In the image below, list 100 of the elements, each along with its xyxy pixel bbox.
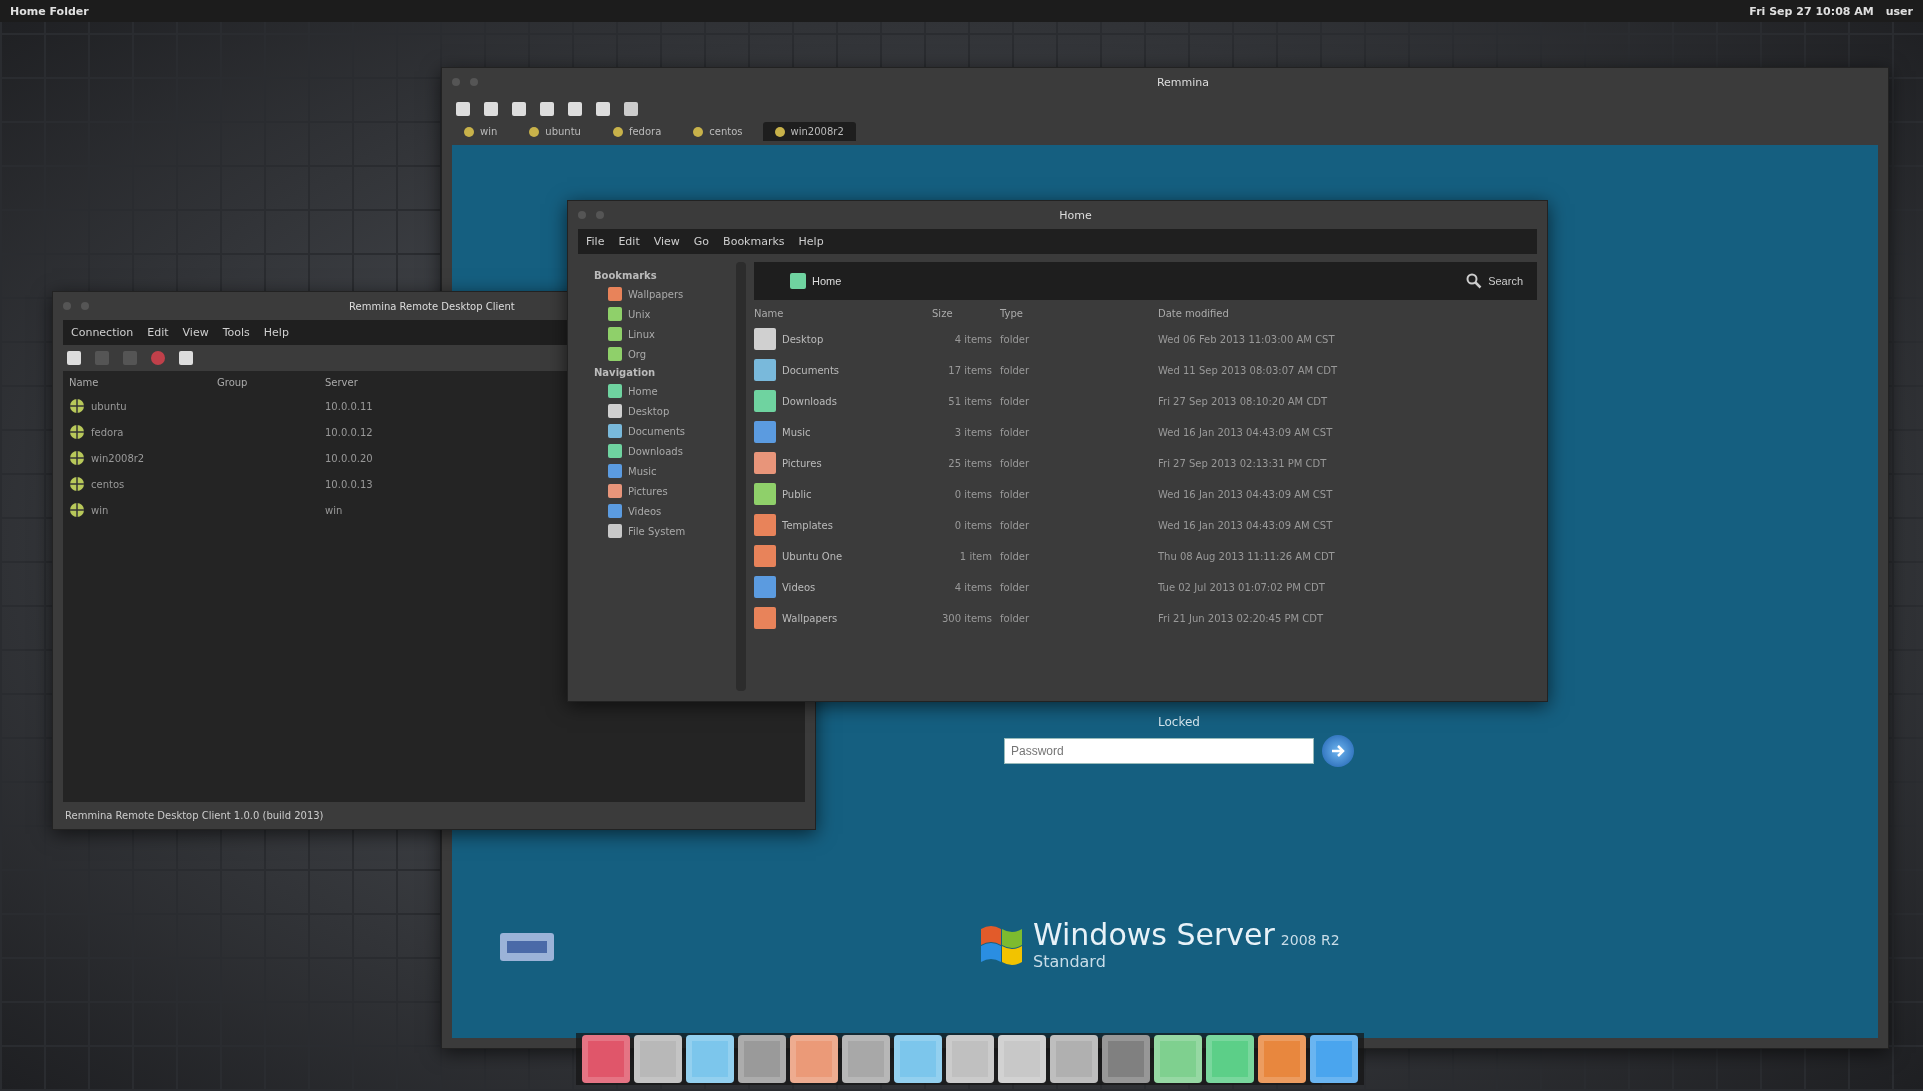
menu-item[interactable]: View	[653, 235, 680, 248]
sidebar-heading: Navigation	[594, 367, 657, 378]
connection-icon	[612, 126, 623, 137]
arrow-icon	[1330, 743, 1346, 759]
app-icon[interactable]	[634, 1035, 682, 1083]
connection-icon	[693, 126, 704, 137]
sidebar-item[interactable]: Pictures	[608, 484, 728, 498]
column-header[interactable]: Group	[217, 377, 317, 388]
user-name: user	[1885, 4, 1913, 18]
minimize-button[interactable]	[596, 211, 604, 219]
menu-item[interactable]: Bookmarks	[723, 235, 785, 248]
app-icon[interactable]	[582, 1035, 630, 1083]
column-header[interactable]: Date modified	[1158, 308, 1537, 319]
table-cell-text: win	[325, 504, 344, 516]
menu-item[interactable]: Edit	[147, 326, 169, 339]
search-button[interactable]: Search	[1460, 272, 1529, 290]
clock: Fri Sep 27 10:08 AM	[1749, 4, 1874, 18]
active-app-title: Home Folder	[10, 4, 89, 18]
file-name: Wallpapers	[782, 612, 838, 624]
column-header[interactable]: Type	[1000, 308, 1150, 319]
table-cell-text: Fri 27 Sep 2013 08:10:20 AM CDT	[1158, 395, 1329, 407]
table-cell: ubuntu	[91, 400, 127, 412]
app-icon[interactable]	[894, 1035, 942, 1083]
lock-status: Locked	[1158, 715, 1200, 729]
table-cell-text: 4 items	[953, 333, 992, 345]
menu-item[interactable]: File	[586, 235, 605, 248]
table-cell-text: 1 item	[958, 550, 992, 562]
minimize-button[interactable]	[81, 302, 89, 310]
table-cell-text: folder	[1000, 550, 1031, 562]
column-header[interactable]: Size	[932, 308, 992, 319]
connection-icon	[774, 126, 785, 137]
table-cell-text: folder	[1000, 457, 1031, 469]
close-button[interactable]	[452, 78, 460, 86]
app-icon[interactable]	[686, 1035, 734, 1083]
sidebar-item[interactable]: Linux	[608, 327, 728, 341]
connection-icon	[69, 450, 85, 466]
table-cell-text: 10.0.0.20	[325, 452, 374, 464]
menu-item[interactable]: Help	[263, 326, 289, 339]
close-button[interactable]	[63, 302, 71, 310]
minimize-button[interactable]	[470, 78, 478, 86]
table-cell-text: Fri 27 Sep 2013 02:13:31 PM CDT	[1158, 457, 1328, 469]
sidebar-item[interactable]: Documents	[608, 424, 728, 438]
sidebar-item[interactable]: File System	[608, 524, 728, 538]
password-field[interactable]: Password	[1004, 738, 1314, 764]
table-cell-text: 17 items	[947, 364, 992, 376]
connection-tab[interactable]: fedora	[600, 122, 674, 141]
sidebar-item[interactable]: Org	[608, 347, 728, 361]
table-cell-text: folder	[1000, 612, 1031, 624]
column-header[interactable]: Name	[754, 308, 924, 319]
file-name: Desktop	[782, 333, 824, 345]
menu-item[interactable]: Tools	[222, 326, 250, 339]
sidebar-item[interactable]: Desktop	[608, 404, 728, 418]
product-name: Windows Server	[1033, 917, 1275, 952]
file-name: Public	[782, 488, 812, 500]
app-icon[interactable]	[1154, 1035, 1202, 1083]
submit-button[interactable]	[1322, 735, 1354, 767]
menu-item[interactable]: Edit	[618, 235, 640, 248]
table-cell: win	[91, 504, 109, 516]
app-icon[interactable]	[946, 1035, 994, 1083]
app-icon[interactable]	[1102, 1035, 1150, 1083]
column-header[interactable]: Server	[325, 377, 445, 388]
table-cell-text: folder	[1000, 488, 1031, 500]
menu-item[interactable]: Go	[693, 235, 710, 248]
table-cell-text: Wed 06 Feb 2013 11:03:00 AM CST	[1158, 333, 1336, 345]
table-cell-text: folder	[1000, 581, 1031, 593]
connection-tab[interactable]: centos	[681, 122, 755, 141]
connection-tab[interactable]: win2008r2	[762, 122, 856, 141]
app-icon[interactable]	[1310, 1035, 1358, 1083]
table-cell-text: 10.0.0.13	[325, 478, 374, 490]
app-icon[interactable]	[790, 1035, 838, 1083]
window-title: Remmina	[1155, 75, 1211, 89]
file-name: Templates	[782, 519, 833, 531]
app-icon[interactable]	[998, 1035, 1046, 1083]
sidebar-item[interactable]: Videos	[608, 504, 728, 518]
column-header[interactable]: Name	[69, 377, 209, 388]
close-button[interactable]	[578, 211, 586, 219]
menu-item[interactable]: Connection	[71, 326, 134, 339]
menu-item[interactable]: Help	[798, 235, 824, 248]
app-icon[interactable]	[738, 1035, 786, 1083]
sidebar-item[interactable]: Unix	[608, 307, 728, 321]
menu-item[interactable]: View	[182, 326, 209, 339]
sidebar-item[interactable]: Downloads	[608, 444, 728, 458]
app-icon[interactable]	[842, 1035, 890, 1083]
sidebar-item[interactable]: Music	[608, 464, 728, 478]
connection-tab[interactable]: ubuntu	[517, 122, 593, 141]
table-cell-text: folder	[1000, 519, 1031, 531]
table-cell-text: 0 items	[953, 519, 992, 531]
connection-icon	[69, 424, 85, 440]
table-cell-text: folder	[1000, 395, 1031, 407]
table-cell-text: Wed 16 Jan 2013 04:43:09 AM CST	[1158, 488, 1334, 500]
sidebar-item[interactable]: Home	[608, 384, 728, 398]
app-icon[interactable]	[1258, 1035, 1306, 1083]
connection-tab[interactable]: win	[452, 122, 510, 141]
file-name: Pictures	[782, 457, 822, 469]
app-icon[interactable]	[1206, 1035, 1254, 1083]
app-icon[interactable]	[1050, 1035, 1098, 1083]
table-cell-text: 4 items	[953, 581, 992, 593]
sidebar-item[interactable]: Wallpapers	[608, 287, 728, 301]
path-button[interactable]: Home	[786, 271, 846, 291]
product-version: 2008 R2	[1280, 932, 1340, 948]
